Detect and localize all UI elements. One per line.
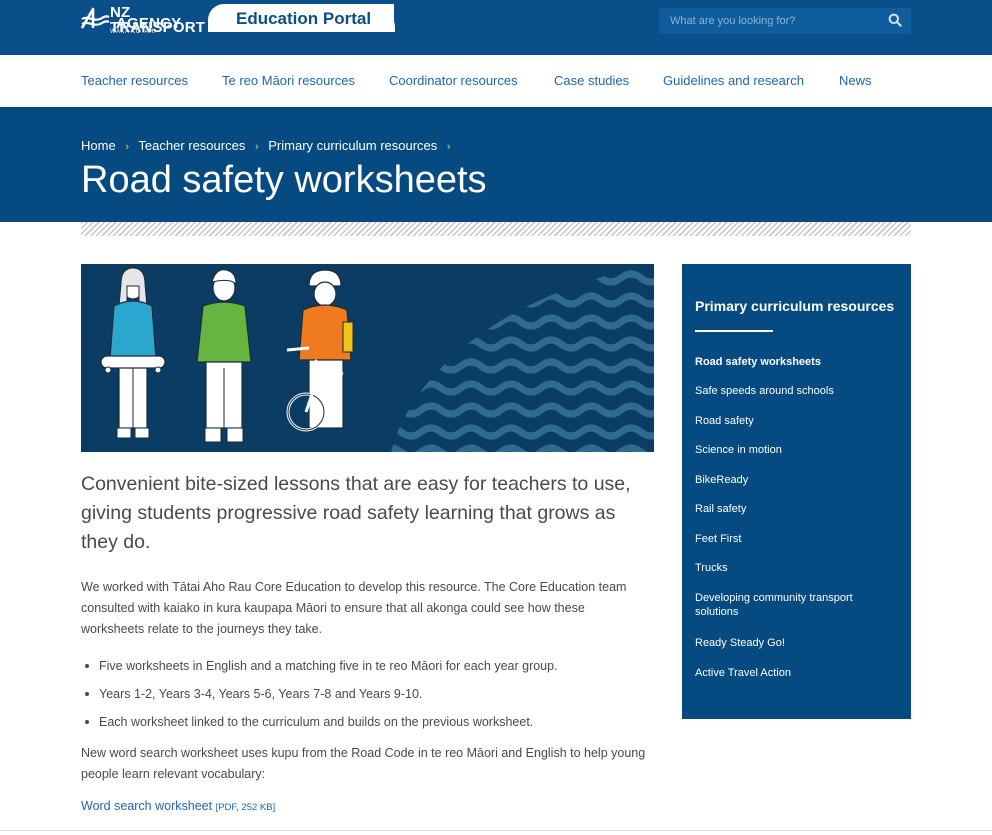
sidebar-item-active-travel-action[interactable]: Active Travel Action (695, 666, 895, 680)
hatched-divider (81, 222, 911, 236)
list-item: Five worksheets in English and a matchin… (81, 652, 651, 680)
intro-paragraph: We worked with Tātai Aho Rau Core Educat… (81, 580, 627, 636)
content-bottom-divider (0, 830, 992, 831)
sidebar-item-road-safety[interactable]: Road safety (695, 414, 895, 428)
sidebar-title: Primary curriculum resources (695, 298, 895, 314)
portal-label: Education Portal (236, 9, 372, 28)
breadcrumb-home[interactable]: Home (81, 138, 116, 153)
sidebar-item-developing-community-transport-solutions[interactable]: Developing community transport solutions (695, 591, 870, 619)
students-banner-image (81, 264, 654, 452)
nzta-logo[interactable]: NZ TRANSPORT AGENCY WAKA KOTAHI (80, 2, 215, 36)
page-hero: Home › Teacher resources › Primary curri… (0, 107, 992, 222)
download-file-meta: [PDF, 252 KB] (215, 802, 276, 813)
breadcrumb: Home › Teacher resources › Primary curri… (81, 138, 457, 153)
education-portal-tab[interactable]: Education Portal (208, 4, 395, 32)
student-bike-figure (286, 269, 354, 432)
sidebar-title-rule (695, 330, 773, 332)
site-header: NZ TRANSPORT AGENCY WAKA KOTAHI Educatio… (0, 0, 992, 55)
student-walking-figure (196, 269, 252, 443)
nzta-logo-icon (80, 7, 110, 29)
search-icon (888, 13, 902, 27)
sidebar-item-science-in-motion[interactable]: Science in motion (695, 443, 895, 457)
breadcrumb-teacher-resources[interactable]: Teacher resources (138, 138, 245, 153)
main-nav: Teacher resources Te reo Māori resources… (0, 55, 992, 107)
breadcrumb-separator: › (125, 141, 129, 153)
list-item: Each worksheet linked to the curriculum … (81, 708, 651, 736)
sidebar-menu: Primary curriculum resources Road safety… (682, 264, 911, 719)
page-title: Road safety worksheets (81, 159, 487, 201)
sidebar-item-feet-first[interactable]: Feet First (695, 532, 895, 546)
breadcrumb-separator: › (254, 141, 259, 153)
lead-paragraph: Convenient bite-sized lessons that are e… (81, 473, 631, 553)
word-search-download-link[interactable]: Word search worksheet [PDF, 252 KB] (81, 799, 275, 813)
nav-coordinator-resources[interactable]: Coordinator resources (389, 73, 518, 88)
search-input[interactable] (659, 8, 879, 34)
sidebar-item-trucks[interactable]: Trucks (695, 561, 895, 575)
download-label: Word search worksheet (81, 799, 213, 813)
sidebar-item-rail-safety[interactable]: Rail safety (695, 502, 895, 516)
breadcrumb-separator: › (446, 141, 451, 153)
sidebar-item-road-safety-worksheets[interactable]: Road safety worksheets (695, 355, 895, 369)
nav-news[interactable]: News (839, 73, 872, 88)
list-item: Years 1-2, Years 3-4, Years 5-6, Years 7… (81, 680, 651, 708)
sidebar-item-safe-speeds-around-schools[interactable]: Safe speeds around schools (695, 384, 895, 398)
search-button[interactable] (887, 13, 903, 29)
sidebar-item-ready-steady-go[interactable]: Ready Steady Go! (695, 636, 895, 650)
search-box (659, 8, 911, 34)
nav-case-studies[interactable]: Case studies (554, 73, 629, 88)
word-search-paragraph: New word search worksheet uses kupu from… (81, 746, 646, 781)
nav-teacher-resources[interactable]: Teacher resources (81, 73, 188, 88)
breadcrumb-primary-curriculum-resources[interactable]: Primary curriculum resources (268, 138, 437, 153)
features-list: Five worksheets in English and a matchin… (81, 652, 651, 736)
sidebar-item-bikeready[interactable]: BikeReady (695, 473, 895, 487)
nav-te-reo-maori-resources[interactable]: Te reo Māori resources (222, 73, 355, 88)
nav-guidelines-and-research[interactable]: Guidelines and research (663, 73, 804, 88)
logo-subtitle: WAKA KOTAHI (110, 29, 157, 35)
students-illustration (100, 264, 654, 452)
student-skateboard-figure (100, 267, 166, 439)
